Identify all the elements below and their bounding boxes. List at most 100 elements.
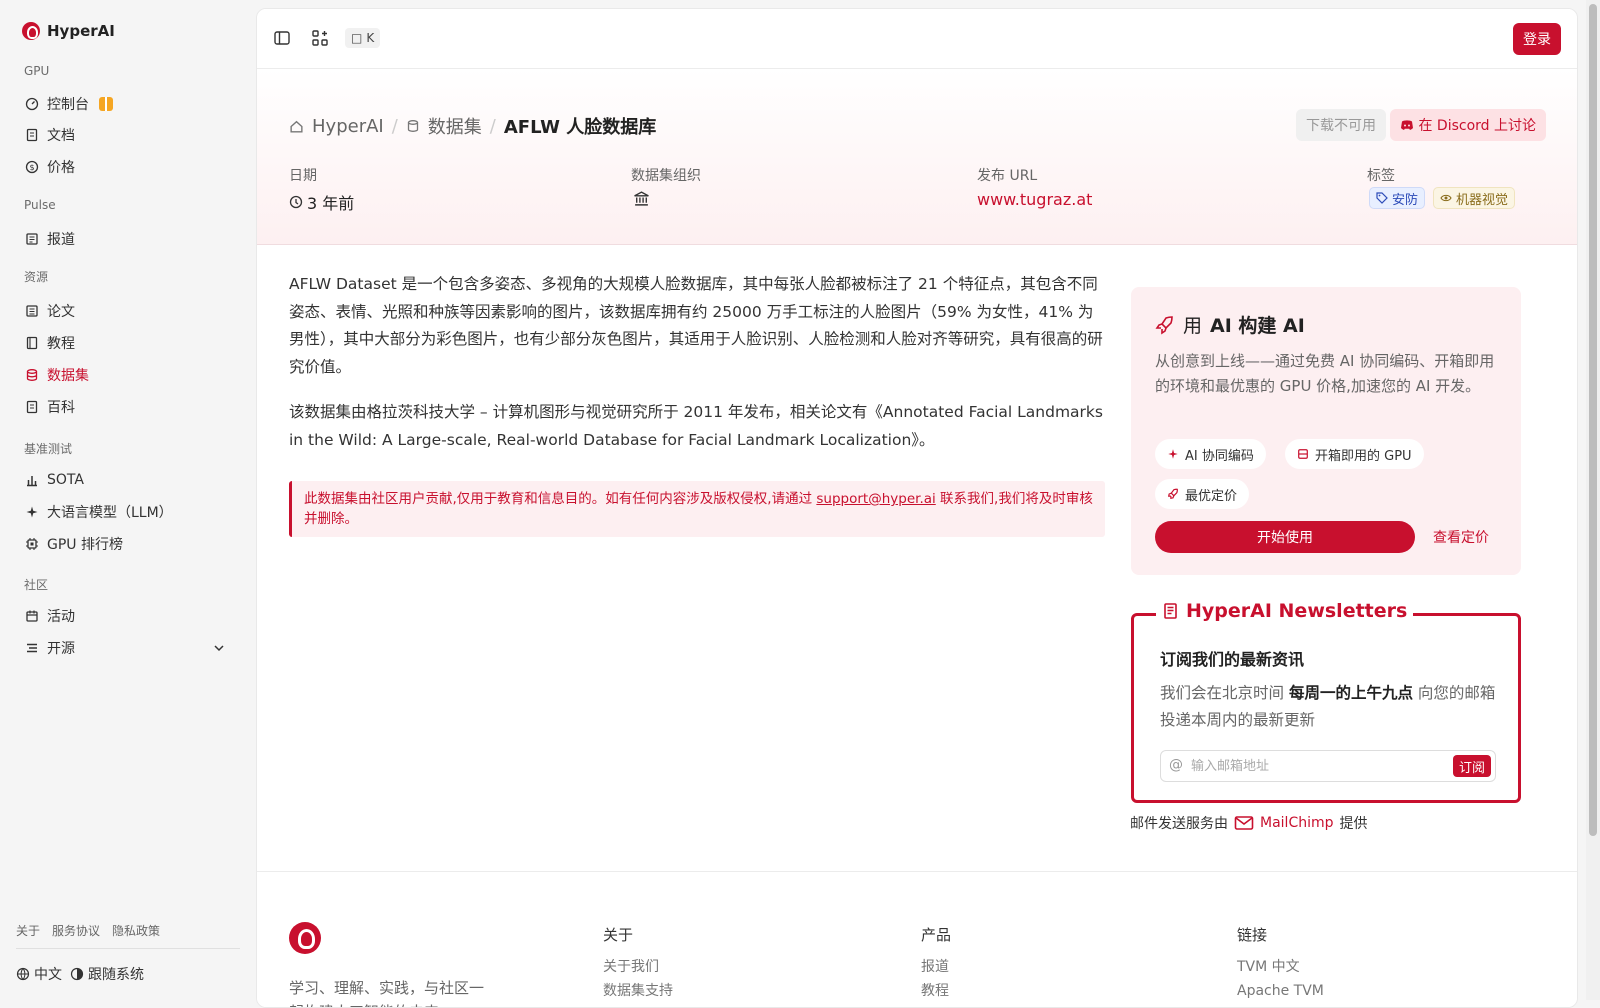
build-card-title: 用 AI 构建 AI — [1155, 311, 1305, 338]
build-title-bold: AI 构建 AI — [1210, 315, 1305, 337]
sidebar-item-papers[interactable]: 论文 — [16, 297, 238, 325]
breadcrumb-home[interactable]: HyperAI — [312, 116, 384, 137]
footer-tagline: 学习、理解、实践，与社区一起构建人工智能的未来 — [289, 979, 485, 1007]
org-value — [633, 190, 650, 207]
email-input[interactable] — [1191, 756, 1431, 776]
sidebar-item-label: 活动 — [47, 609, 75, 625]
mailchimp-text: 提供 — [1339, 816, 1368, 832]
get-started-button[interactable]: 开始使用 — [1155, 521, 1415, 553]
chip-ready-gpu: 开箱即用的 GPU — [1285, 439, 1424, 469]
footer-link[interactable]: TVM 中文 — [1237, 955, 1324, 979]
footer-link[interactable]: 数据集支持 — [603, 979, 673, 1003]
date-label: 日期 — [289, 168, 317, 184]
chip-ai-coding: AI 协同编码 — [1155, 439, 1266, 469]
shortcut-key: K — [366, 31, 375, 45]
sidebar-item-label: 报道 — [47, 232, 75, 248]
language-selector[interactable]: 中文 — [16, 964, 62, 984]
page-scrollbar[interactable] — [1586, 0, 1600, 1000]
section-label-pulse: Pulse — [24, 198, 56, 212]
login-button[interactable]: 登录 — [1513, 23, 1561, 55]
tag-machine-vision[interactable]: 机器视觉 — [1433, 187, 1516, 209]
description-paragraph: 该数据集由格拉茨科技大学 – 计算机图形与视觉研究所于 2011 年发布，相关论… — [289, 403, 1103, 449]
sidebar-item-label: 数据集 — [47, 368, 89, 384]
divider — [16, 948, 240, 949]
discord-button-label: 在 Discord 上讨论 — [1418, 118, 1536, 134]
top-bar: □ K 登录 — [257, 9, 1577, 69]
sidebar-item-open-source[interactable]: 开源 — [16, 634, 238, 662]
about-link[interactable]: 关于 — [16, 922, 40, 939]
newsletter-description: 我们会在北京时间 每周一的上午九点 向您的邮箱投递本周内的最新更新 — [1160, 680, 1500, 734]
news-icon — [25, 232, 39, 246]
newsletter-box: HyperAI Newsletters 订阅我们的最新资讯 我们会在北京时间 每… — [1131, 600, 1521, 803]
page-title: AFLW 人脸数据库 — [503, 117, 657, 138]
footer-column-products: 产品 报道 教程 — [921, 924, 951, 1003]
paper-icon — [25, 304, 39, 318]
sidebar-item-label: 价格 — [47, 160, 75, 176]
sidebar-preferences: 中文 跟随系统 — [16, 964, 144, 984]
footer-link[interactable]: Apache TVM — [1237, 979, 1324, 1003]
tag-security[interactable]: 安防 — [1369, 187, 1426, 209]
sidebar-item-events[interactable]: 活动 — [16, 602, 238, 630]
database-icon — [25, 368, 39, 382]
main-panel: □ K 登录 HyperAI / 数据集 / AFLW 人脸数据库 下载不可用 … — [256, 8, 1578, 1008]
footer-link[interactable]: 教程 — [921, 979, 951, 1003]
download-button[interactable]: 下载不可用 — [1296, 109, 1386, 141]
command-shortcut[interactable]: □ K — [345, 28, 381, 48]
build-title-prefix: 用 — [1183, 315, 1203, 337]
footer-link[interactable]: 报道 — [921, 955, 951, 979]
sidebar-item-docs[interactable]: 文档 — [16, 121, 238, 149]
dashboard-icon — [25, 97, 39, 111]
breadcrumb-datasets[interactable]: 数据集 — [428, 113, 482, 139]
chip-best-pricing: 最优定价 — [1155, 479, 1250, 509]
privacy-link[interactable]: 隐私政策 — [112, 922, 160, 939]
email-field: @ 订阅 — [1160, 750, 1496, 782]
sidebar-item-llm[interactable]: 大语言模型（LLM） — [16, 498, 238, 526]
sidebar-item-tutorials[interactable]: 教程 — [16, 329, 238, 357]
url-value[interactable]: www.tugraz.at — [977, 190, 1092, 209]
sidebar-item-sota[interactable]: SOTA — [16, 466, 238, 494]
theme-icon — [70, 967, 84, 981]
terms-link[interactable]: 服务协议 — [52, 922, 100, 939]
gift-icon — [99, 97, 113, 111]
sidebar-footer-links: 关于 服务协议 隐私政策 — [16, 922, 160, 939]
view-pricing-link[interactable]: 查看定价 — [1433, 527, 1489, 547]
sidebar-item-gpu-ranking[interactable]: GPU 排行榜 — [16, 530, 238, 558]
footer-column-about: 关于 关于我们 数据集支持 — [603, 924, 673, 1003]
date-text: 3 年前 — [307, 194, 355, 213]
tags-label: 标签 — [1367, 168, 1395, 184]
sidebar-item-label: 大语言模型（LLM） — [47, 505, 173, 521]
bar-chart-icon — [25, 473, 39, 487]
sidebar-item-pricing[interactable]: $ 价格 — [16, 153, 238, 181]
chip-label: AI 协同编码 — [1185, 448, 1254, 464]
url-label: 发布 URL — [977, 168, 1038, 184]
date-value: 3 年前 — [289, 190, 354, 214]
sidebar-item-label: 开源 — [47, 641, 75, 657]
sidebar-item-datasets[interactable]: 数据集 — [16, 361, 238, 389]
mailchimp-link[interactable]: MailChimp — [1260, 815, 1334, 831]
discord-button[interactable]: 在 Discord 上讨论 — [1390, 109, 1546, 141]
mailchimp-credit: 邮件发送服务由 MailChimp 提供 — [1130, 813, 1368, 833]
apps-grid-icon[interactable] — [311, 29, 329, 47]
sidebar-item-console[interactable]: 控制台 — [16, 90, 238, 118]
dataset-description: AFLW Dataset 是一个包含多姿态、多视角的大规模人脸数据库，其中每张人… — [289, 271, 1105, 472]
support-email-link[interactable]: support@hyper.ai — [816, 491, 935, 507]
at-icon: @ — [1169, 757, 1183, 773]
subscribe-button[interactable]: 订阅 — [1452, 755, 1491, 777]
language-label: 中文 — [34, 967, 62, 983]
theme-selector[interactable]: 跟随系统 — [70, 964, 144, 984]
page-footer: 学习、理解、实践，与社区一起构建人工智能的未来 关于 关于我们 数据集支持 产品… — [257, 871, 1577, 1007]
footer-link[interactable]: 关于我们 — [603, 955, 673, 979]
hyperai-logo-icon — [22, 22, 40, 40]
sparkle-icon — [1168, 449, 1178, 459]
scrollbar-thumb[interactable] — [1589, 4, 1597, 836]
chevron-down-icon[interactable] — [212, 641, 226, 655]
tag-list: 安防 机器视觉 — [1369, 187, 1516, 209]
brand-logo[interactable]: HyperAI — [22, 22, 115, 40]
rocket-icon — [1155, 315, 1173, 334]
rocket-icon — [1167, 488, 1178, 500]
sidebar-toggle-icon[interactable] — [273, 29, 291, 47]
breadcrumb: HyperAI / 数据集 / AFLW 人脸数据库 — [289, 113, 656, 139]
section-label-benchmarks: 基准测试 — [24, 442, 73, 456]
sidebar-item-wiki[interactable]: 百科 — [16, 393, 238, 421]
sidebar-item-news[interactable]: 报道 — [16, 225, 238, 253]
